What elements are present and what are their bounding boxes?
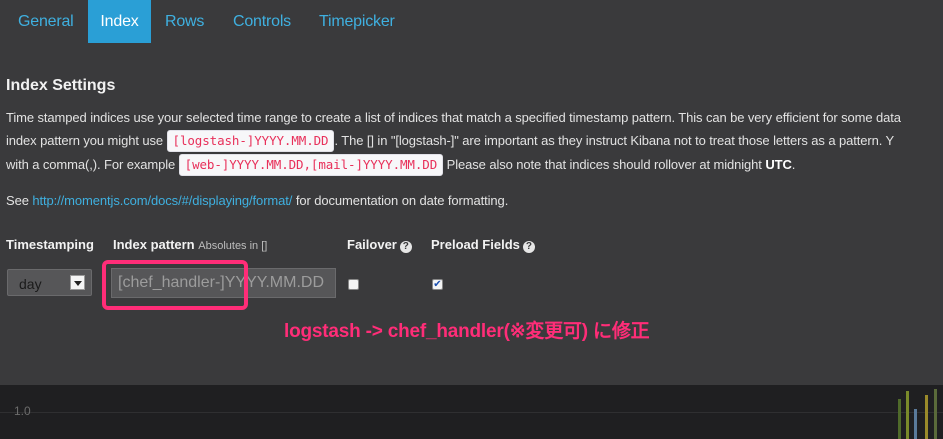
help-circle-icon[interactable]: ? [522, 241, 535, 253]
failover-label-group: Failover? [347, 237, 412, 253]
settings-tabs: General Index Rows Controls Timepicker [0, 0, 943, 43]
chart-bar [934, 389, 937, 439]
preload-fields-checkbox[interactable]: ✔ [432, 279, 443, 290]
chart-bar [898, 399, 901, 439]
code-example-logstash: [logstash-]YYYY.MM.DD [166, 130, 335, 152]
tab-rows[interactable]: Rows [155, 0, 214, 43]
chart-gridline [0, 412, 943, 413]
description-line-2: index pattern you might use [logstash-]Y… [6, 130, 943, 152]
check-icon: ✔ [433, 279, 442, 290]
see-docs-line: See http://momentjs.com/docs/#/displayin… [6, 193, 943, 208]
description-text: index pattern you might use [6, 133, 164, 148]
help-circle-icon[interactable]: ? [399, 241, 412, 253]
description-line-3: with a comma(,). For example [web-]YYYY.… [6, 154, 943, 176]
tab-index[interactable]: Index [88, 0, 151, 43]
failover-checkbox[interactable] [348, 279, 359, 290]
section-title: Index Settings [6, 77, 116, 94]
tab-timepicker[interactable]: Timepicker [309, 0, 405, 43]
annotation-note: logstash -> chef_handler(※変更可) に修正 [284, 321, 650, 342]
see-text: See [6, 193, 29, 208]
index-pattern-label: Index pattern [113, 237, 195, 252]
tab-controls[interactable]: Controls [223, 0, 301, 43]
dashboard-settings-panel: General Index Rows Controls Timepicker I… [0, 0, 943, 385]
chart-tick-label: 1.0 [14, 404, 31, 418]
timestamping-select[interactable]: day [7, 269, 92, 296]
index-pattern-label-group: Index pattern Absolutes in [] [113, 237, 267, 252]
chart-bar [914, 409, 917, 439]
chevron-down-icon [70, 275, 85, 290]
momentjs-docs-link[interactable]: http://momentjs.com/docs/#/displaying/fo… [32, 193, 292, 208]
index-pattern-hint: Absolutes in [] [198, 240, 268, 252]
tab-general[interactable]: General [8, 0, 84, 43]
timestamping-label: Timestamping [6, 237, 94, 252]
description-text: . [791, 157, 796, 172]
description-text: with a comma(,). For example [6, 157, 176, 172]
see-text: for documentation on date formatting. [295, 193, 509, 208]
description-line-1: Time stamped indices use your selected t… [6, 110, 901, 125]
timestamping-select-value: day [19, 276, 42, 292]
chart-bar [906, 391, 909, 439]
preload-fields-label: Preload Fields [431, 237, 520, 252]
code-example-web-mail: [web-]YYYY.MM.DD,[mail-]YYYY.MM.DD [178, 154, 444, 176]
failover-label: Failover [347, 237, 397, 252]
preload-label-group: Preload Fields? [431, 237, 535, 253]
description-text: Please also note that indices should rol… [446, 157, 762, 172]
description-text: . The [] in "[logstash-]" are important … [334, 133, 895, 148]
chart-bar [925, 395, 928, 439]
annotation-highlight-box [102, 260, 248, 310]
utc-emphasis: UTC [765, 157, 792, 172]
background-chart [0, 385, 943, 439]
